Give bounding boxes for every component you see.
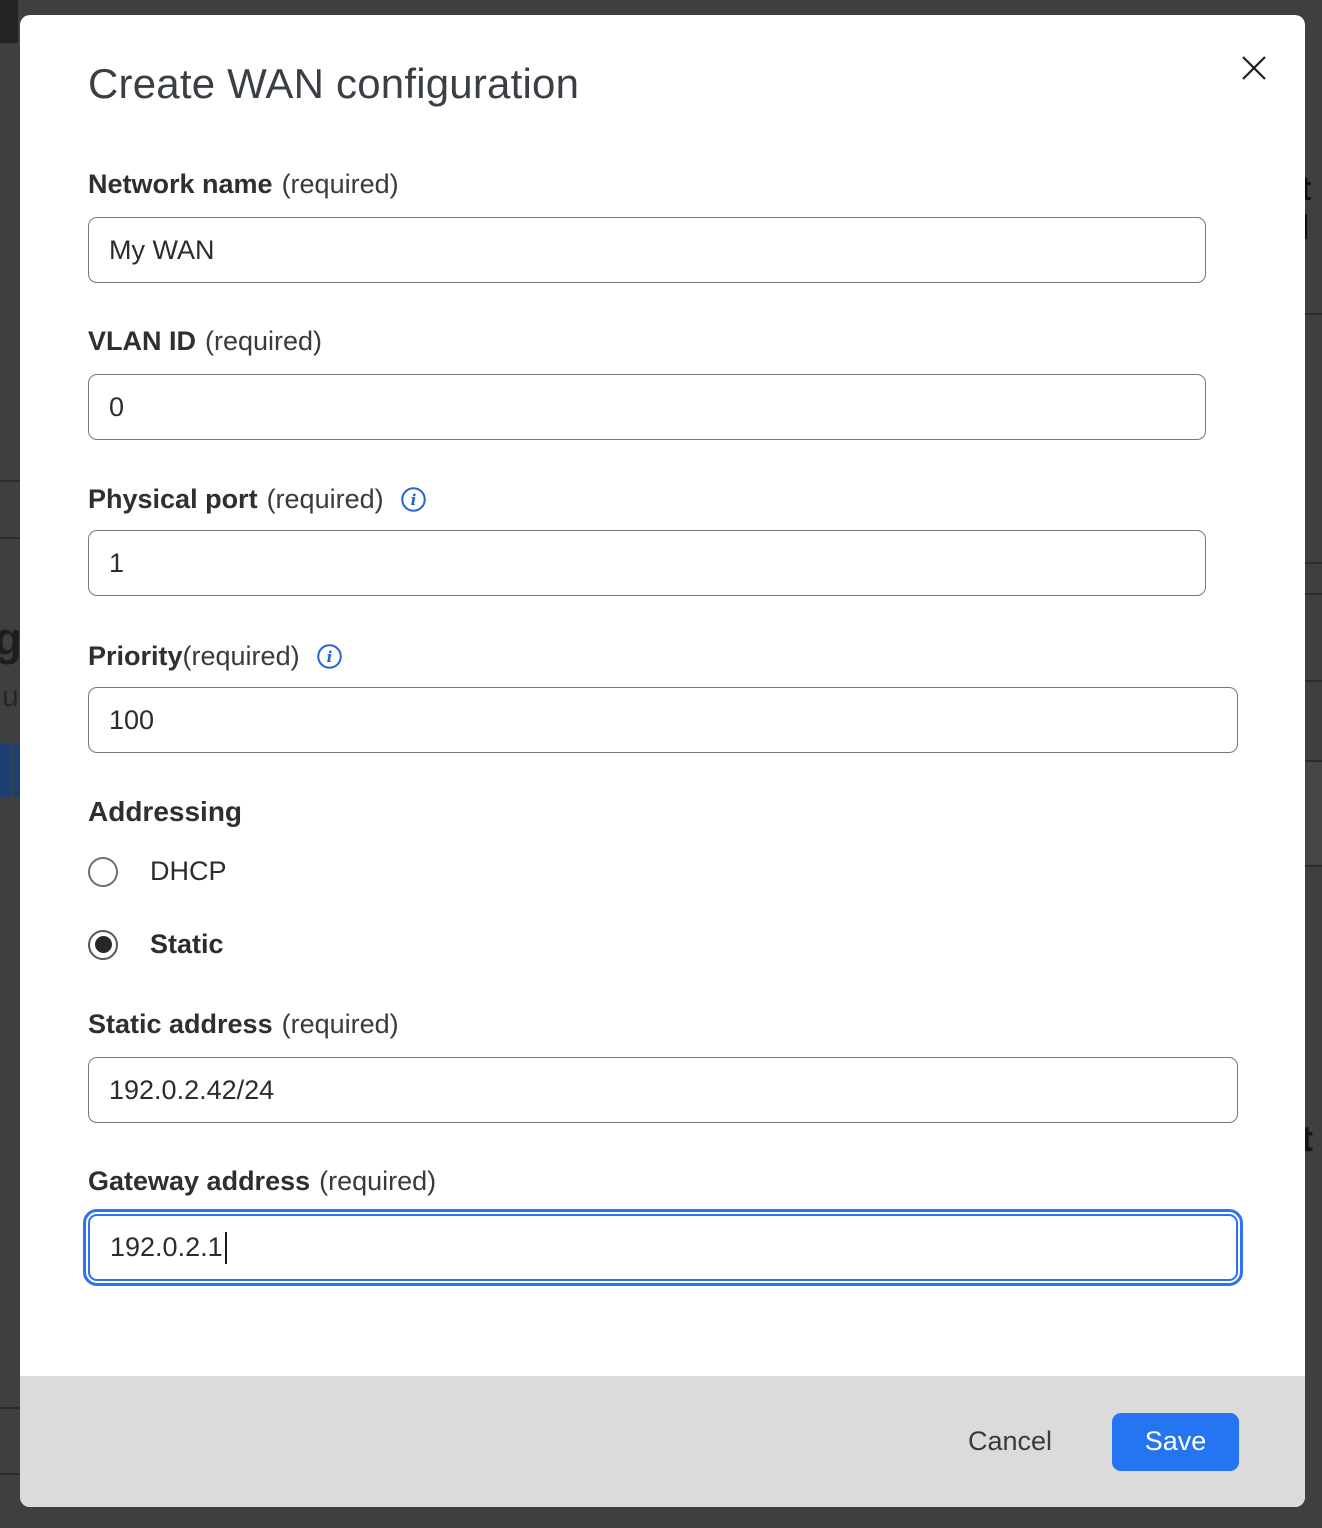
background-line: [1303, 760, 1322, 762]
close-icon: [1240, 70, 1268, 85]
radio-option-static[interactable]: Static: [88, 929, 224, 960]
background-text-fragment: u: [2, 680, 19, 714]
addressing-heading: Addressing: [88, 796, 242, 828]
svg-text:i: i: [410, 491, 416, 509]
background-row-fragment: [1303, 760, 1322, 865]
background-line: [1303, 593, 1322, 595]
priority-label: Priority (required) i: [88, 640, 343, 672]
priority-input[interactable]: [88, 687, 1238, 753]
radio-label-dhcp[interactable]: DHCP: [150, 856, 227, 887]
background-line: [1303, 562, 1322, 564]
radio-checked-icon[interactable]: [88, 930, 118, 960]
required-hint: (required): [282, 1009, 399, 1040]
gateway-address-label: Gateway address (required): [88, 1165, 436, 1197]
create-wan-dialog: Create WAN configuration Network name (r…: [20, 15, 1305, 1507]
close-button[interactable]: [1238, 53, 1270, 85]
background-line: [0, 1473, 20, 1475]
background-line: [1303, 680, 1322, 682]
radio-label-static[interactable]: Static: [150, 929, 224, 960]
gateway-address-value: 192.0.2.1: [110, 1232, 223, 1263]
background-line: [0, 480, 20, 482]
background-button-fragment: [0, 743, 11, 797]
dialog-title: Create WAN configuration: [88, 60, 579, 108]
network-name-label: Network name (required): [88, 168, 399, 200]
background-line: [0, 1407, 20, 1409]
required-hint: (required): [319, 1166, 436, 1197]
radio-option-dhcp[interactable]: DHCP: [88, 856, 227, 887]
cancel-button[interactable]: Cancel: [954, 1418, 1066, 1465]
background-header-fragment: [0, 0, 18, 43]
svg-text:i: i: [326, 648, 332, 666]
required-hint: (required): [183, 641, 300, 672]
static-address-label: Static address (required): [88, 1008, 399, 1040]
physical-port-input[interactable]: [88, 530, 1206, 596]
vlan-id-input[interactable]: [88, 374, 1206, 440]
vlan-id-label: VLAN ID (required): [88, 325, 322, 357]
background-line: [0, 537, 20, 539]
static-address-input[interactable]: [88, 1057, 1238, 1123]
network-name-input[interactable]: [88, 217, 1206, 283]
required-hint: (required): [282, 169, 399, 200]
radio-unchecked-icon[interactable]: [88, 857, 118, 887]
dialog-footer: Cancel Save: [20, 1376, 1305, 1507]
text-cursor: [225, 1232, 227, 1264]
info-icon[interactable]: i: [400, 486, 427, 513]
info-icon[interactable]: i: [316, 643, 343, 670]
required-hint: (required): [205, 326, 322, 357]
physical-port-label: Physical port (required) i: [88, 483, 427, 515]
background-line: [1303, 313, 1322, 315]
required-hint: (required): [267, 484, 384, 515]
save-button[interactable]: Save: [1112, 1413, 1239, 1471]
gateway-address-input[interactable]: 192.0.2.1: [88, 1214, 1238, 1281]
background-line: [1303, 865, 1322, 867]
